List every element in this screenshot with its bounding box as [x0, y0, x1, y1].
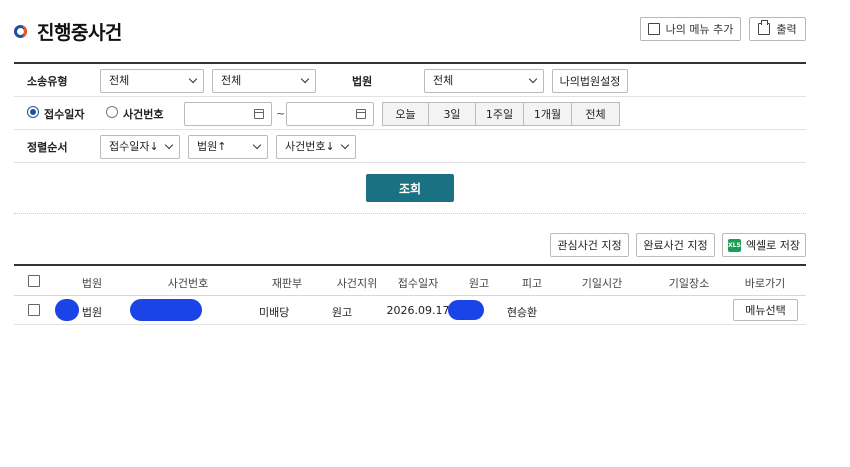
chevron-down-icon [340, 140, 350, 150]
case-table: 법원 사건번호 재판부 사건지위 접수일자 원고 피고 기일시간 기일장소 바로… [14, 264, 806, 325]
sort-select-1-value: 접수일자↓ [109, 140, 159, 153]
sort-select-2[interactable]: 법원↑ [188, 135, 268, 159]
excel-icon: XLS [727, 238, 741, 252]
edit-icon [647, 23, 660, 35]
period-button-group: 오늘 3일 1주일 1개월 전체 [382, 102, 620, 126]
radio-receipt-date[interactable] [27, 106, 39, 118]
date-to-input[interactable] [286, 102, 374, 126]
row-checkbox[interactable] [28, 304, 40, 316]
header-case-status: 사건지위 [336, 277, 378, 290]
chevron-down-icon [164, 140, 174, 150]
sort-select-3[interactable]: 사건번호↓ [276, 135, 356, 159]
redaction-mark [55, 299, 79, 321]
table-row[interactable]: 법원 미배당 원고 2026.09.17 현승환 메뉴선택 [14, 296, 806, 325]
court-select-value: 전체 [433, 74, 454, 87]
set-complete-case-button[interactable]: 완료사건 지정 [636, 233, 715, 257]
print-button[interactable]: 출력 [749, 17, 806, 41]
print-icon [758, 20, 771, 35]
sort-select-1[interactable]: 접수일자↓ [100, 135, 180, 159]
header-division: 재판부 [271, 277, 303, 290]
chevron-down-icon [300, 74, 310, 84]
table-header: 법원 사건번호 재판부 사건지위 접수일자 원고 피고 기일시간 기일장소 바로… [14, 266, 806, 296]
header-hearing-place: 기일장소 [668, 277, 710, 290]
redaction-mark [130, 299, 202, 321]
header-shortcut: 바로가기 [744, 277, 786, 290]
period-today-button[interactable]: 오늘 [382, 102, 429, 126]
add-my-menu-button[interactable]: 나의 메뉴 추가 [640, 17, 741, 41]
chevron-down-icon [528, 74, 538, 84]
excel-save-button[interactable]: XLS 엑셀로 저장 [722, 233, 806, 257]
set-interest-case-button[interactable]: 관심사건 지정 [550, 233, 629, 257]
excel-save-label: 엑셀로 저장 [745, 239, 801, 252]
header-court: 법원 [81, 277, 103, 290]
cell-division: 미배당 [259, 306, 290, 319]
header-case-number: 사건번호 [167, 277, 209, 290]
title-logo-icon [14, 25, 27, 38]
divider [14, 213, 806, 214]
print-label: 출력 [776, 23, 797, 36]
page-title: 진행중사건 [37, 22, 122, 44]
filter-row-date: 접수일자 사건번호 ~ 오늘 3일 1주일 1개월 전체 [14, 97, 806, 130]
case-type-label: 소송유형 [27, 75, 68, 88]
cell-receipt-date: 2026.09.17 [386, 304, 450, 317]
header-plaintiff: 원고 [468, 277, 490, 290]
radio-case-number-label: 사건번호 [123, 108, 164, 121]
sort-select-2-value: 법원↑ [197, 140, 227, 153]
period-3days-button[interactable]: 3일 [429, 102, 476, 126]
add-my-menu-label: 나의 메뉴 추가 [665, 23, 734, 36]
date-separator: ~ [276, 107, 286, 120]
select-all-checkbox[interactable] [28, 275, 40, 287]
search-filter-panel: 소송유형 전체 전체 법원 전체 나의법원설정 접수일자 사건번호 ~ 오늘 3… [14, 62, 806, 163]
calendar-icon[interactable] [254, 109, 264, 119]
redaction-mark [448, 300, 484, 320]
radio-receipt-date-label: 접수일자 [44, 108, 85, 121]
cell-court: 법원 [81, 306, 103, 319]
header-hearing-time: 기일시간 [581, 277, 623, 290]
period-1week-button[interactable]: 1주일 [476, 102, 524, 126]
court-select[interactable]: 전체 [424, 69, 544, 93]
chevron-down-icon [188, 74, 198, 84]
case-type-select-1[interactable]: 전체 [100, 69, 204, 93]
period-1month-button[interactable]: 1개월 [524, 102, 572, 126]
cell-case-status: 원고 [331, 306, 353, 319]
calendar-icon[interactable] [356, 109, 366, 119]
filter-row-case-type: 소송유형 전체 전체 법원 전체 나의법원설정 [14, 64, 806, 97]
court-label: 법원 [352, 75, 373, 88]
date-from-input[interactable] [184, 102, 272, 126]
my-court-setting-button[interactable]: 나의법원설정 [552, 69, 628, 93]
sort-select-3-value: 사건번호↓ [285, 140, 335, 153]
header-receipt-date: 접수일자 [397, 277, 439, 290]
period-all-button[interactable]: 전체 [572, 102, 620, 126]
search-button[interactable]: 조회 [366, 174, 454, 202]
radio-case-number[interactable] [106, 106, 118, 118]
chevron-down-icon [252, 140, 262, 150]
case-type-select-2[interactable]: 전체 [212, 69, 316, 93]
sort-order-label: 정렬순서 [27, 141, 68, 154]
case-type-select-1-value: 전체 [109, 74, 130, 87]
page-title-area: 진행중사건 [14, 18, 122, 45]
cell-defendant: 현승환 [506, 306, 538, 319]
filter-row-sort: 정렬순서 접수일자↓ 법원↑ 사건번호↓ [14, 130, 806, 163]
menu-select-button[interactable]: 메뉴선택 [733, 299, 798, 321]
header-defendant: 피고 [521, 277, 543, 290]
case-type-select-2-value: 전체 [221, 74, 242, 87]
